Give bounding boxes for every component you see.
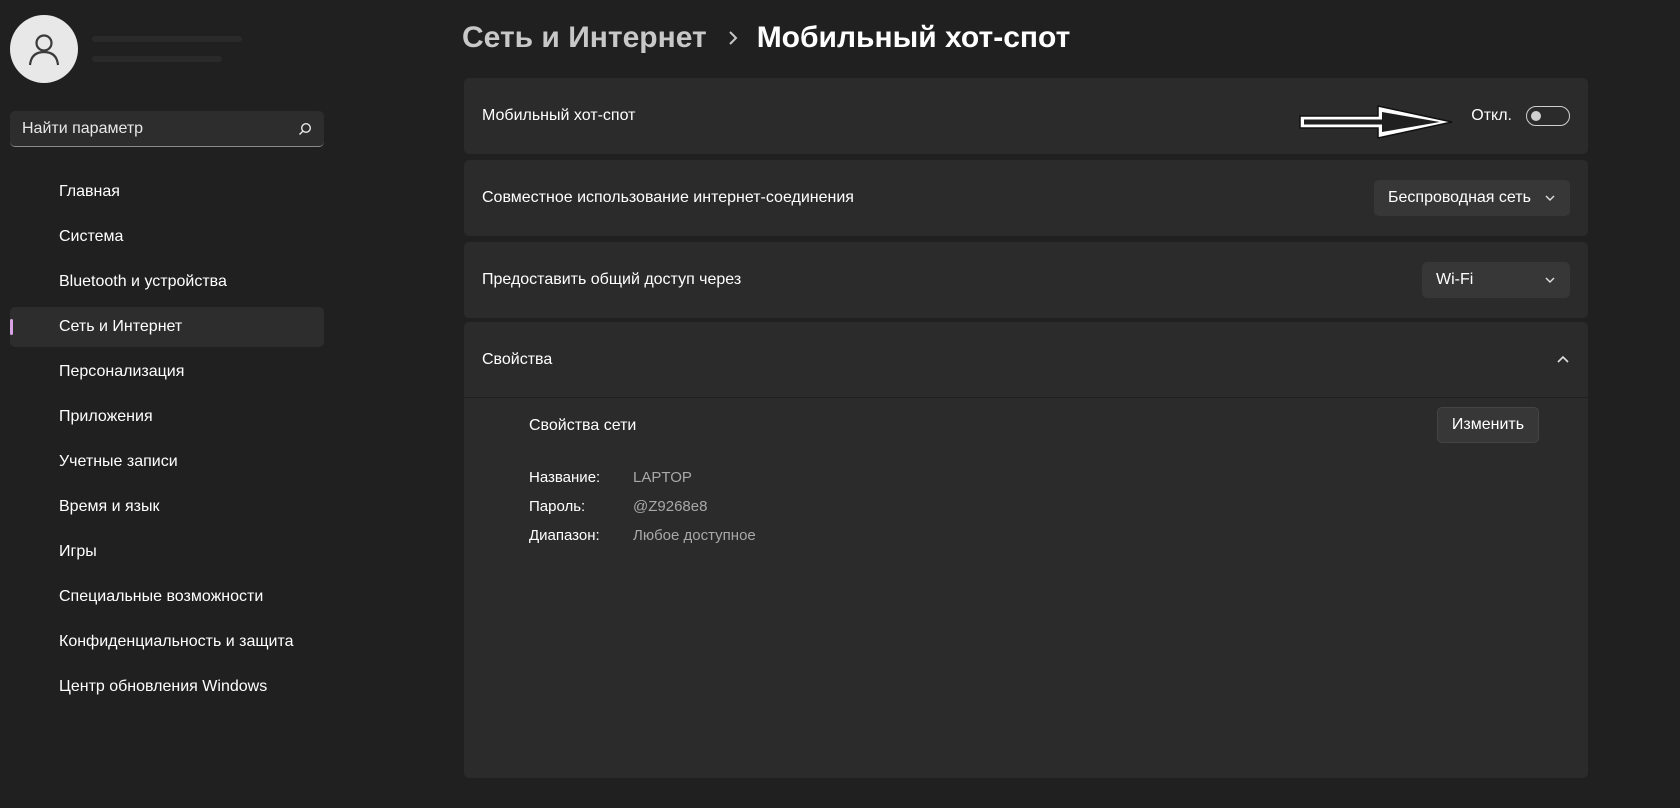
sidebar-item-accounts[interactable]: Учетные записи [10,442,324,482]
dropdown-value: Wi-Fi [1436,271,1474,288]
property-value: LAPTOP [633,469,692,486]
network-properties-panel: Свойства сети Изменить Название: LAPTOP … [464,398,1588,778]
chevron-up-icon[interactable] [1556,355,1570,364]
account-email-redacted [92,56,222,62]
sidebar-item-time-language[interactable]: Время и язык [10,487,324,527]
property-row-band: Диапазон: Любое доступное [529,527,756,544]
sidebar-item-label: Bluetooth и устройства [59,273,227,290]
chevron-right-icon [727,30,739,46]
dropdown-value: Беспроводная сеть [1388,189,1531,206]
sharing-source-dropdown[interactable]: Беспроводная сеть [1374,180,1570,216]
hotspot-toggle-group: Откл. [1471,106,1570,126]
toggle-state-label: Откл. [1471,107,1512,124]
search-icon[interactable] [298,122,312,136]
sidebar-item-privacy[interactable]: Конфиденциальность и защита [10,622,324,662]
search-input[interactable] [22,119,298,138]
sidebar-item-label: Игры [59,543,97,560]
property-key: Пароль: [529,498,586,515]
sidebar-item-label: Центр обновления Windows [59,678,268,695]
user-icon [28,34,60,66]
sidebar-item-home[interactable]: Главная [10,172,324,212]
toggle-knob [1531,111,1541,121]
breadcrumb: Сеть и Интернет Мобильный хот-спот [462,16,1070,60]
sidebar-item-accessibility[interactable]: Специальные возможности [10,577,324,617]
property-key: Название: [529,469,601,486]
hotspot-toggle[interactable] [1526,106,1570,126]
breadcrumb-parent[interactable]: Сеть и Интернет [462,21,707,55]
property-value: Любое доступное [633,527,756,544]
page-title: Мобильный хот-спот [756,21,1071,54]
property-key: Диапазон: [529,527,600,544]
sidebar-item-label: Система [59,228,124,245]
chevron-down-icon [1545,277,1555,283]
hotspot-label: Мобильный хот-спот [482,107,636,124]
sidebar-item-label: Приложения [59,408,153,425]
share-via-label: Предоставить общий доступ через [482,271,742,288]
sidebar-item-windows-update[interactable]: Центр обновления Windows [10,667,324,707]
properties-expander[interactable]: Свойства [464,322,1588,397]
sidebar-item-network[interactable]: Сеть и Интернет [10,307,324,347]
sidebar-item-label: Сеть и Интернет [59,318,183,335]
edit-button[interactable]: Изменить [1437,407,1539,443]
property-row-name: Название: LAPTOP [529,469,692,486]
account-name-redacted [92,36,242,42]
network-properties-title: Свойства сети [529,417,637,434]
sidebar-item-label: Персонализация [59,363,185,380]
sidebar-item-label: Учетные записи [59,453,178,470]
sidebar-item-label: Главная [59,183,120,200]
sharing-card: Совместное использование интернет-соедин… [464,160,1588,236]
sidebar-item-personalization[interactable]: Персонализация [10,352,324,392]
arrow-annotation-icon [1299,105,1453,139]
sidebar-item-gaming[interactable]: Игры [10,532,324,572]
user-avatar[interactable] [10,15,78,83]
settings-search-box[interactable] [10,111,324,147]
sidebar-nav: Главная Система Bluetooth и устройства С… [10,172,324,712]
sidebar-item-apps[interactable]: Приложения [10,397,324,437]
sidebar-item-label: Время и язык [59,498,160,515]
sharing-label: Совместное использование интернет-соедин… [482,189,854,206]
share-via-card: Предоставить общий доступ через Wi-Fi [464,242,1588,318]
property-row-password: Пароль: @Z9268e8 [529,498,707,515]
sidebar-item-label: Конфиденциальность и защита [59,633,294,650]
sidebar-item-bluetooth[interactable]: Bluetooth и устройства [10,262,324,302]
sidebar-item-system[interactable]: Система [10,217,324,257]
property-value: @Z9268e8 [633,498,708,515]
chevron-down-icon [1545,195,1555,201]
share-via-dropdown[interactable]: Wi-Fi [1422,262,1570,298]
properties-label: Свойства [482,350,553,368]
sidebar-item-label: Специальные возможности [59,588,264,605]
